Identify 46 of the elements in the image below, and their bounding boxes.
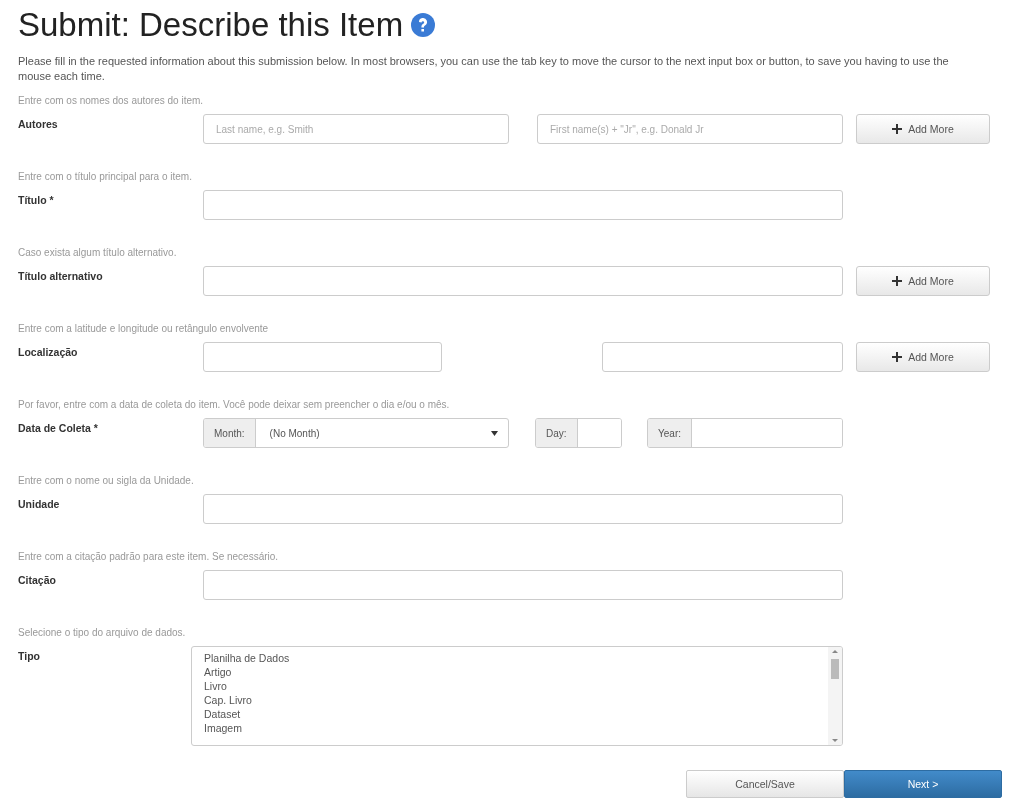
help-icon[interactable] bbox=[411, 13, 436, 37]
field-hint: Entre com a citação padrão para este item. Se necessário. bbox=[18, 550, 280, 564]
plus-icon bbox=[892, 352, 903, 362]
intro-text: Please fill in the requested information about this submission below. In most browsers, you can use the tab key to move the cursor to the next input box or button, to save you having to use the mouse each time. bbox=[18, 54, 950, 84]
plus-icon bbox=[892, 276, 903, 286]
field-label: Localização bbox=[18, 345, 79, 358]
next-button[interactable]: Next > bbox=[844, 770, 1002, 798]
list-option[interactable]: Artigo bbox=[204, 665, 816, 679]
list-option[interactable]: Livro bbox=[204, 679, 816, 693]
list-option[interactable]: Cap. Livro bbox=[204, 693, 816, 707]
add-more-button[interactable]: Add More bbox=[856, 114, 990, 144]
month-select[interactable]: Month: (No Month) bbox=[203, 418, 509, 448]
plus-icon bbox=[892, 124, 903, 134]
caret-icon bbox=[491, 430, 498, 436]
day-field[interactable]: Day: bbox=[535, 418, 622, 448]
field-label: Tipo bbox=[18, 649, 41, 662]
cancel-save-button[interactable]: Cancel/Save bbox=[686, 770, 844, 798]
field-hint: Caso exista algum título alternativo. bbox=[18, 246, 178, 260]
field-hint: Selecione o tipo do arquivo de dados. bbox=[18, 626, 187, 640]
coordinate-field[interactable] bbox=[602, 342, 843, 372]
field-hint: Entre com o título principal para o item. bbox=[18, 170, 193, 184]
text-field[interactable] bbox=[203, 266, 843, 296]
coordinate-field[interactable] bbox=[203, 342, 442, 372]
name-field[interactable]: First name(s) + "Jr", e.g. Donald Jr bbox=[537, 114, 843, 144]
field-hint: Entre com a latitude e longitude ou retângulo envolvente bbox=[18, 322, 270, 336]
type-list[interactable]: Planilha de Dados Artigo Livro Cap. Livro Dataset Imagem bbox=[191, 646, 843, 746]
list-option[interactable]: Imagem bbox=[204, 721, 816, 735]
field-hint: Entre com o nome ou sigla da Unidade. bbox=[18, 474, 195, 488]
name-field[interactable]: Last name, e.g. Smith bbox=[203, 114, 509, 144]
field-hint: Entre com os nomes dos autores do item. bbox=[18, 94, 205, 108]
field-label: Título alternativo bbox=[18, 269, 104, 282]
add-more-button[interactable]: Add More bbox=[856, 342, 990, 372]
field-label: Citação bbox=[18, 573, 57, 586]
field-hint: Por favor, entre com a data de coleta do item. Você pode deixar sem preencher o dia e/ou o mês. bbox=[18, 398, 451, 412]
field-label: Unidade bbox=[18, 497, 61, 510]
add-more-button[interactable]: Add More bbox=[856, 266, 990, 296]
text-field[interactable] bbox=[203, 570, 843, 600]
field-label: Título * bbox=[18, 193, 55, 206]
text-field[interactable] bbox=[203, 190, 843, 220]
year-field[interactable]: Year: bbox=[647, 418, 843, 448]
text-field[interactable] bbox=[203, 494, 843, 524]
list-option[interactable]: Dataset bbox=[204, 707, 816, 721]
page-title: Submit: Describe this Item bbox=[18, 6, 404, 44]
list-option[interactable]: Planilha de Dados bbox=[204, 651, 816, 665]
field-label: Data de Coleta * bbox=[18, 421, 99, 434]
field-label: Autores bbox=[18, 117, 59, 130]
